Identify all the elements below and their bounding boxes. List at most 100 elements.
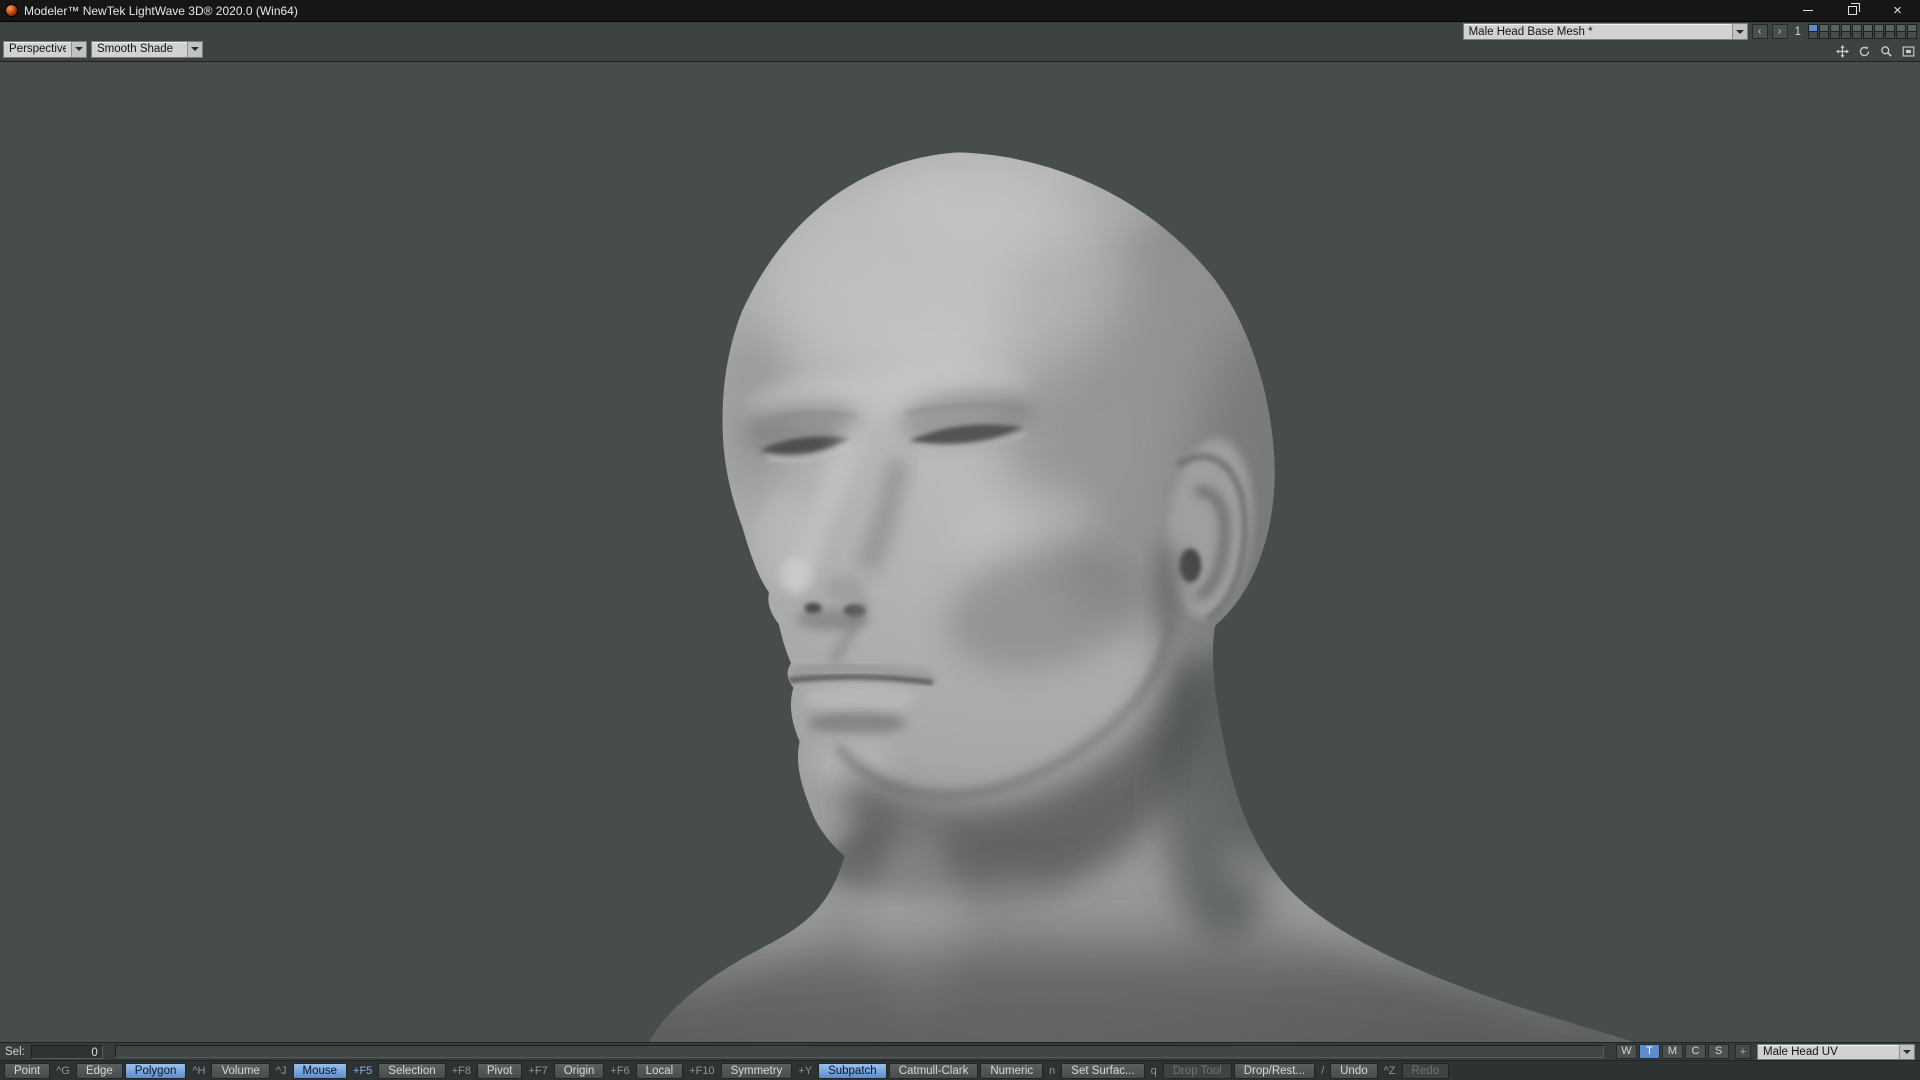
window-controls: × [1785,0,1920,21]
mesh-selector-dropdown[interactable]: Male Head Base Mesh * [1462,23,1748,41]
mode-shortcut: ^G [56,1064,70,1077]
mode-item: Redo [1401,1062,1451,1079]
mode-shortcut: ^J [275,1064,287,1077]
shading-mode-dropdown[interactable]: Smooth Shade [91,40,203,58]
layer-slot-4[interactable] [1841,24,1851,40]
mode-item: Point ^G [3,1062,75,1079]
vmap-type-s-button[interactable]: S [1708,1044,1729,1059]
fit-view-button[interactable] [1899,43,1917,59]
layer-slot-5[interactable] [1852,24,1862,40]
window-title: Modeler™ NewTek LightWave 3D® 2020.0 (Wi… [24,3,298,18]
mode-shortcut: q [1150,1064,1157,1077]
chevron-down-icon [1899,1044,1914,1059]
mode-item: Volume ^J [210,1062,291,1079]
mode-shortcut: ^H [192,1064,206,1077]
mode-button-polygon[interactable]: Polygon [124,1062,187,1079]
mode-shortcut: / [1321,1064,1325,1077]
mode-item: Selection +F8 [377,1062,476,1079]
mode-button-drop-rest[interactable]: Drop/Rest... [1233,1062,1316,1079]
layer-slot-10[interactable] [1907,24,1917,40]
sel-label: Sel: [5,1045,25,1058]
view-mode-dropdown[interactable]: Perspective [3,40,87,58]
mode-item: Origin +F6 [553,1062,635,1079]
chevron-down-icon [71,41,86,57]
viewport-header: Perspective Smooth Shade Male Head Base … [0,22,1920,62]
vmap-selector-dropdown[interactable]: Male Head UV [1757,1043,1915,1060]
minimize-button[interactable] [1785,0,1830,21]
shading-mode-value: Smooth Shade [97,43,174,55]
vmap-type-t-button[interactable]: T [1639,1044,1660,1059]
mode-item: Catmull-Clark [888,1062,980,1079]
vmap-type-w-button[interactable]: W [1616,1044,1637,1059]
layer-slot-3[interactable] [1830,24,1840,40]
mode-shortcut: +F8 [451,1064,471,1077]
layer-slot-9[interactable] [1896,24,1906,40]
minimize-icon [1802,10,1813,11]
mode-shortcut: +Y [798,1064,813,1077]
vmap-type-buttons: WTMCS [1616,1044,1729,1059]
mode-button-symmetry[interactable]: Symmetry [720,1062,793,1079]
mode-button-set-surfac[interactable]: Set Surfac... [1061,1062,1145,1079]
fit-icon [1902,46,1914,57]
mode-item: Pivot +F7 [476,1062,553,1079]
mode-shortcut: +F10 [689,1064,715,1077]
mode-item: Set Surfac... q [1060,1062,1161,1079]
mode-button-drop-tool: Drop Tool [1162,1062,1232,1079]
male-head-model[interactable] [0,62,1920,1042]
mode-button-numeric[interactable]: Numeric [980,1062,1044,1079]
close-button[interactable]: × [1875,0,1920,21]
layer-number: 1 [1794,25,1801,38]
mesh-name-value: Male Head Base Mesh * [1468,25,1593,38]
mode-item: Undo ^Z [1329,1062,1400,1079]
chevron-down-icon [1731,24,1747,40]
restore-button[interactable] [1830,0,1875,21]
mode-item: Mouse +F5 [292,1062,378,1079]
zoom-view-button[interactable] [1877,43,1895,59]
vmap-name-value: Male Head UV [1763,1045,1838,1058]
rotate-view-button[interactable] [1855,43,1873,59]
layer-step-back-button[interactable]: ‹ [1751,24,1768,40]
layer-slot-6[interactable] [1863,24,1873,40]
mode-bar: Point ^G Edge Polygon ^H Volume ^J Mouse +F5 Sele… [0,1060,1920,1080]
viewport-3d[interactable] [0,62,1920,1042]
mode-button-mouse[interactable]: Mouse [292,1062,348,1079]
pan-view-button[interactable] [1833,43,1851,59]
chevron-down-icon [187,41,202,57]
mode-button-origin[interactable]: Origin [553,1062,605,1079]
add-vmap-button[interactable]: + [1735,1044,1751,1059]
close-icon: × [1893,2,1902,19]
restore-icon [1848,3,1860,15]
mode-button-selection[interactable]: Selection [378,1062,446,1079]
view-mode-value: Perspective [9,43,66,55]
mode-item: Local +F10 [635,1062,720,1079]
mode-button-volume[interactable]: Volume [211,1062,270,1079]
mode-button-undo[interactable]: Undo [1330,1062,1378,1079]
mode-button-subpatch[interactable]: Subpatch [818,1062,887,1079]
layer-slot-1[interactable] [1808,24,1818,40]
mode-shortcut: +F6 [610,1064,630,1077]
mode-item: Drop/Rest... / [1233,1062,1329,1079]
layer-slot-2[interactable] [1819,24,1829,40]
mode-button-pivot[interactable]: Pivot [476,1062,523,1079]
mode-item: Polygon ^H [124,1062,211,1079]
layer-slot-7[interactable] [1874,24,1884,40]
mode-button-local[interactable]: Local [635,1062,684,1079]
layer-slot-8[interactable] [1885,24,1895,40]
mode-item: Subpatch [817,1062,888,1079]
pan-icon [1835,44,1849,58]
mode-button-catmull-clark[interactable]: Catmull-Clark [888,1062,979,1079]
title-bar: Modeler™ NewTek LightWave 3D® 2020.0 (Wi… [0,0,1920,22]
mode-item: Drop Tool [1162,1062,1233,1079]
layer-step-forward-button[interactable]: › [1771,24,1788,40]
sel-count: 0 [30,1044,103,1059]
vmap-type-c-button[interactable]: C [1685,1044,1706,1059]
vmap-type-m-button[interactable]: M [1662,1044,1683,1059]
mode-button-point[interactable]: Point [4,1062,51,1079]
mode-button-edge[interactable]: Edge [75,1062,123,1079]
mode-item: Numeric n [979,1062,1060,1079]
mode-shortcut: +F7 [528,1064,548,1077]
mode-shortcut: ^Z [1383,1064,1396,1077]
mode-shortcut: +F5 [353,1064,373,1077]
rotate-icon [1859,45,1869,56]
status-strip [114,1045,1604,1058]
